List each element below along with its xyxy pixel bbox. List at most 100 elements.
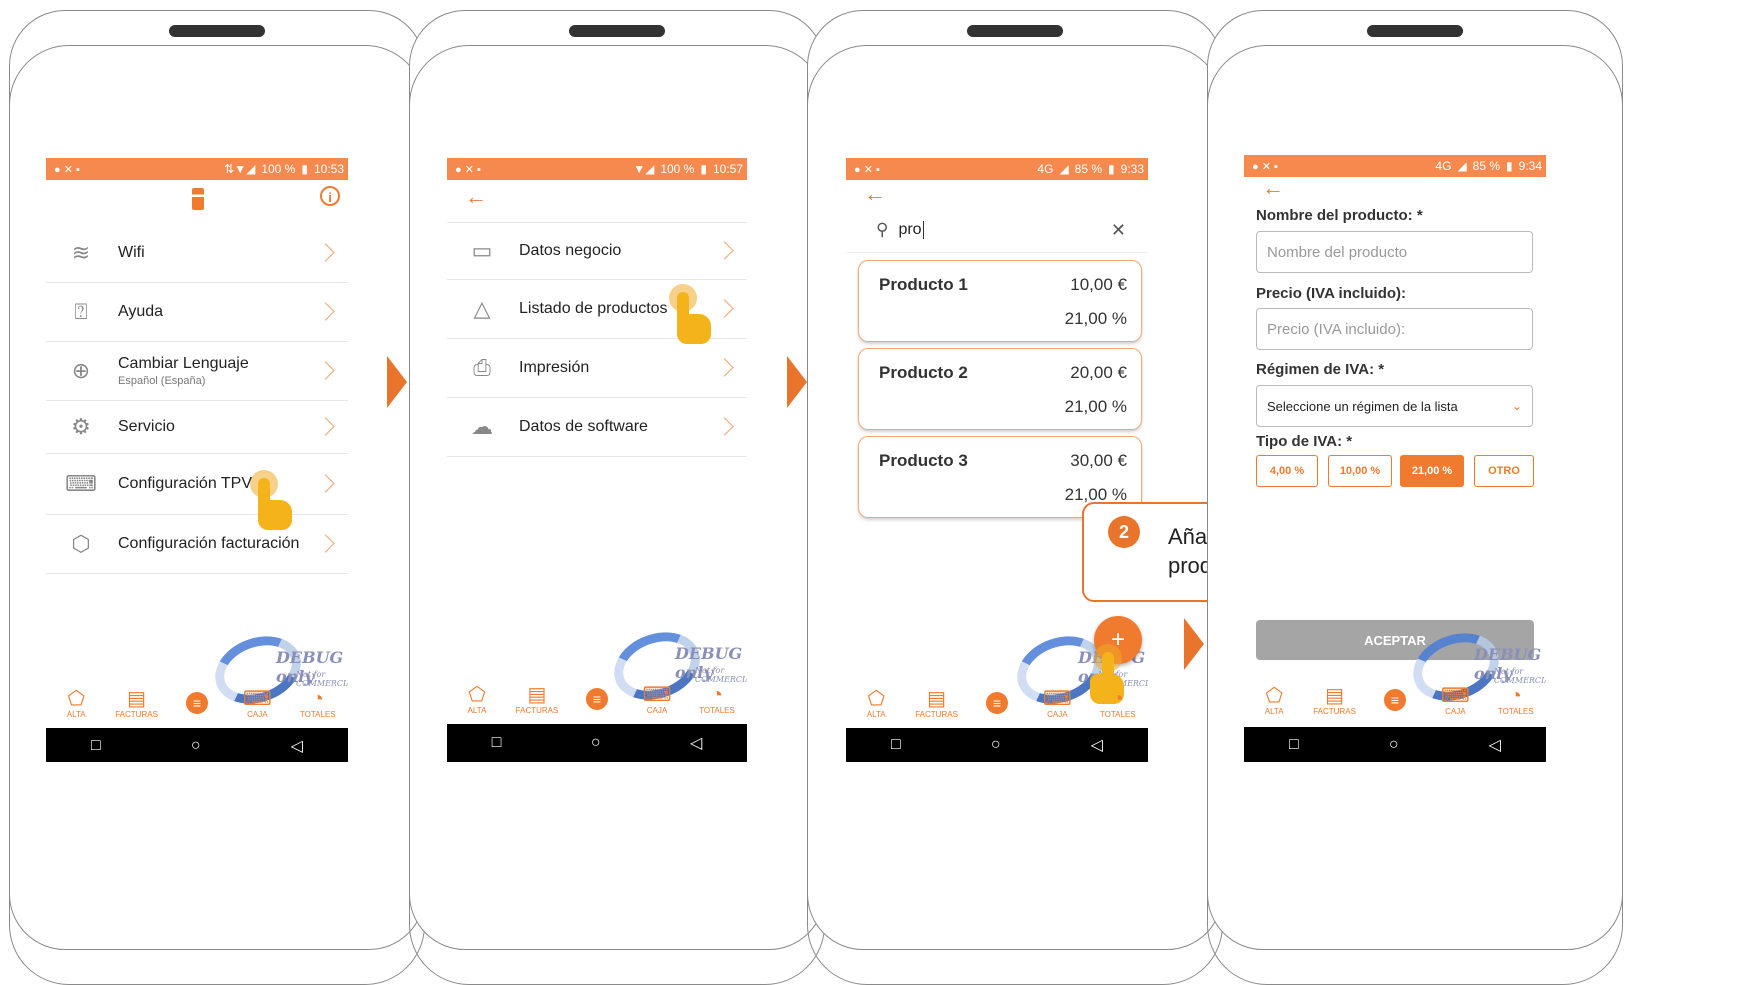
nav-facturas[interactable]: ▤ FACTURAS — [912, 688, 962, 719]
recents-icon[interactable]: □ — [1289, 736, 1299, 754]
nav-totales[interactable]: ◔ TOTALES — [692, 684, 742, 715]
network-label: 4G — [1037, 162, 1054, 176]
back-arrow-icon[interactable]: ← — [864, 183, 886, 205]
menu-icon: ≡ — [185, 692, 208, 714]
tag-icon: ⬠ — [867, 687, 885, 710]
menu-item-business-data[interactable]: ▭ Datos negocio — [447, 222, 747, 280]
home-icon[interactable]: ○ — [591, 734, 601, 752]
menu-item-help[interactable]: ⍰ Ayuda — [46, 283, 348, 342]
product-price: 10,00 € — [1070, 275, 1127, 294]
search-input[interactable]: pro — [898, 221, 924, 239]
iva-option-button[interactable]: 10,00 % — [1328, 455, 1392, 487]
nav-alta[interactable]: ⬠ ALTA — [452, 684, 502, 715]
nav-menu[interactable]: ≡ — [1370, 689, 1420, 711]
nav-totales[interactable]: ◔ TOTALES — [293, 688, 343, 719]
home-icon[interactable]: ○ — [1389, 736, 1399, 754]
nav-label: TOTALES — [299, 709, 336, 719]
menu-item-label: Listado de productos — [519, 300, 668, 317]
menu-item-label: Configuración facturación — [118, 535, 300, 552]
menu-item-software-data[interactable]: ☁ Datos de software — [447, 398, 747, 457]
step-arrow — [1184, 618, 1204, 670]
chevron-down-icon: ⌄ — [1511, 399, 1522, 413]
app-bar: ← — [846, 180, 1148, 208]
info-icon[interactable]: i — [320, 186, 340, 206]
nav-label: FACTURAS — [915, 709, 958, 719]
recents-icon[interactable]: □ — [891, 736, 901, 754]
menu-item-printing[interactable]: ⎙ Impresión — [447, 339, 747, 398]
recents-icon[interactable]: □ — [91, 737, 101, 755]
status-bar: ● ✕ ▪ ▼◢ 100 % ▮ 10:57 — [447, 158, 747, 180]
pos-icon: ⌨ — [65, 471, 97, 496]
nav-caja[interactable]: ⌨ CAJA — [632, 684, 682, 715]
app-header: i — [46, 180, 348, 224]
nav-label: ALTA — [66, 709, 86, 719]
back-icon[interactable]: ◁ — [1091, 735, 1103, 755]
home-icon[interactable]: ○ — [991, 736, 1001, 754]
menu-item-language[interactable]: ⊕ Cambiar Lenguaje Español (España) — [46, 342, 348, 401]
back-arrow-icon[interactable]: ← — [1262, 177, 1284, 199]
menu-item-tpv-config[interactable]: ⌨ Configuración TPV — [46, 454, 348, 515]
tag-icon: ⬠ — [1265, 684, 1283, 707]
nav-caja[interactable]: ⌨ CAJA — [232, 688, 282, 719]
battery-label: 85 % — [1472, 159, 1501, 173]
notification-icon: ● ✕ ▪ — [1252, 160, 1278, 173]
home-icon[interactable]: ○ — [191, 737, 201, 755]
product-name-input[interactable]: Nombre del producto — [1256, 231, 1533, 273]
product-card[interactable]: Producto 2 20,00 € 21,00 % — [858, 348, 1142, 430]
iva-option-button-selected[interactable]: 21,00 % — [1400, 455, 1464, 487]
clear-icon[interactable]: ✕ — [1111, 220, 1126, 241]
clock: 10:57 — [712, 162, 743, 176]
nav-facturas[interactable]: ▤ FACTURAS — [112, 688, 162, 719]
menu-item-wifi[interactable]: ≋ Wifi — [46, 224, 348, 283]
printer-icon: ⎙ — [473, 355, 491, 380]
step-arrow — [787, 356, 807, 408]
bottom-nav: ⬠ ALTA ▤ FACTURAS ≡ ⌨ CAJA ◔ TOTALES — [1244, 675, 1546, 725]
store-icon: ▭ — [471, 238, 493, 263]
nav-label: FACTURAS — [115, 709, 158, 719]
chevron-right-icon — [316, 534, 335, 553]
nav-menu[interactable]: ≡ — [172, 692, 222, 714]
nav-caja[interactable]: ⌨ CAJA — [1032, 688, 1082, 719]
menu-item-billing-config[interactable]: ⬡ Configuración facturación — [46, 515, 348, 574]
battery-icon: ▮ — [700, 162, 707, 176]
menu-icon: ≡ — [985, 692, 1008, 714]
nav-alta[interactable]: ⬠ ALTA — [1249, 685, 1299, 716]
nav-totales[interactable]: ◔ TOTALES — [1093, 688, 1143, 719]
search-icon: ⚲ — [876, 220, 889, 239]
menu-icon: ≡ — [586, 688, 608, 710]
app-bar: ← — [447, 180, 747, 222]
search-bar[interactable]: ⚲ pro ✕ — [846, 208, 1148, 253]
back-icon[interactable]: ◁ — [1489, 735, 1501, 755]
invoice-icon: ▤ — [1325, 684, 1345, 707]
regime-select[interactable]: Seleccione un régimen de la lista ⌄ — [1256, 385, 1533, 427]
chevron-right-icon — [316, 417, 335, 436]
nav-caja[interactable]: ⌨ CAJA — [1430, 685, 1480, 716]
clock: 9:33 — [1120, 162, 1144, 176]
iva-option-button[interactable]: OTRO — [1474, 455, 1534, 487]
recents-icon[interactable]: □ — [492, 734, 502, 752]
speaker — [967, 25, 1063, 37]
back-arrow-icon[interactable]: ← — [465, 186, 487, 208]
nav-menu[interactable]: ≡ — [572, 688, 622, 710]
bottom-nav: ⬠ ALTA ▤ FACTURAS ≡ ⌨ CAJA ◔ TOTALES — [46, 678, 348, 728]
nav-facturas[interactable]: ▤ FACTURAS — [512, 684, 562, 715]
price-label: Precio (IVA incluido): — [1256, 285, 1407, 302]
product-name: Producto 3 — [879, 451, 968, 470]
nav-facturas[interactable]: ▤ FACTURAS — [1310, 685, 1360, 716]
back-icon[interactable]: ◁ — [690, 733, 702, 753]
nav-menu[interactable]: ≡ — [972, 692, 1022, 714]
nav-totales[interactable]: ◔ TOTALES — [1491, 685, 1541, 716]
product-card[interactable]: Producto 1 10,00 € 21,00 % — [858, 260, 1142, 342]
chevron-right-icon — [316, 361, 335, 380]
nav-label: TOTALES — [699, 705, 735, 715]
nav-alta[interactable]: ⬠ ALTA — [51, 688, 101, 719]
price-input[interactable]: Precio (IVA incluido): — [1256, 308, 1533, 350]
chevron-right-icon — [316, 243, 335, 262]
chevron-right-icon — [715, 358, 734, 377]
nav-alta[interactable]: ⬠ ALTA — [851, 688, 901, 719]
back-icon[interactable]: ◁ — [291, 736, 303, 756]
menu-item-service[interactable]: ⚙ Servicio — [46, 401, 348, 454]
product-name: Producto 2 — [879, 363, 968, 382]
chevron-right-icon — [316, 302, 335, 321]
iva-option-button[interactable]: 4,00 % — [1256, 455, 1318, 487]
